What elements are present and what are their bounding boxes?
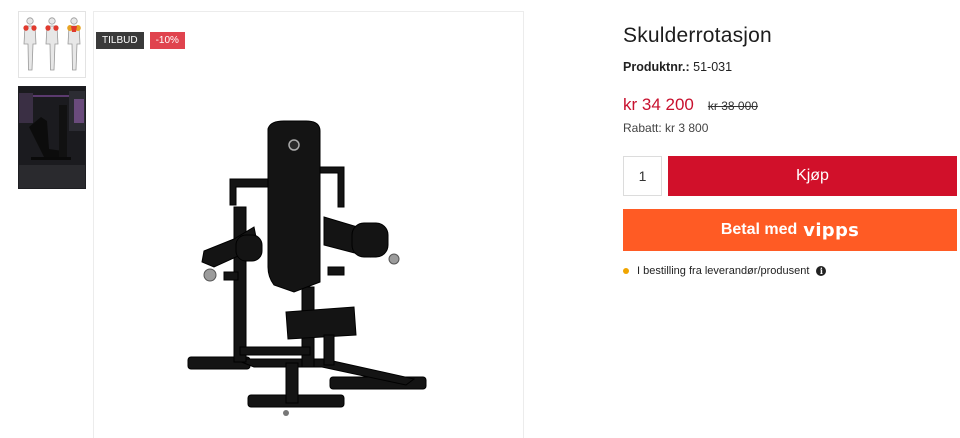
current-price: kr 34 200: [623, 95, 694, 114]
product-info-panel: Skulderrotasjon Produktnr.: 51-031 kr 34…: [623, 24, 957, 277]
vipps-button-label: Betal med: [720, 221, 798, 238]
gym-photo-image: [19, 87, 85, 188]
original-price: kr 38 000: [707, 99, 758, 113]
buy-row: 1 Kjøp: [623, 156, 957, 196]
product-number-value: 51-031: [693, 60, 733, 74]
info-icon[interactable]: i: [816, 266, 827, 276]
thumbnail-list: [18, 11, 86, 197]
vipps-logo: vipps: [803, 219, 860, 241]
badge-group: TILBUD -10%: [96, 32, 185, 49]
discount-label: Rabatt:: [623, 121, 662, 135]
status-dot-icon: [623, 268, 629, 274]
offer-badge: TILBUD: [96, 32, 144, 49]
main-product-image: TILBUD -10%: [93, 11, 524, 438]
vipps-pay-button[interactable]: Betal med vipps: [623, 209, 957, 251]
buy-button[interactable]: Kjøp: [668, 156, 957, 196]
quantity-input[interactable]: 1: [623, 156, 662, 196]
product-number-label: Produktnr.:: [623, 60, 690, 74]
thumbnail-muscle-diagram[interactable]: [18, 11, 86, 78]
shoulder-rotation-machine-image: [187, 120, 427, 416]
stock-status: I bestilling fra leverandør/produsent i: [623, 265, 957, 277]
thumbnail-gym-photo[interactable]: [18, 86, 86, 189]
muscle-diagram-image: [23, 17, 81, 71]
discount-amount: Rabatt: kr 3 800: [623, 121, 957, 135]
product-number: Produktnr.: 51-031: [623, 60, 957, 74]
product-title: Skulderrotasjon: [623, 24, 772, 47]
discount-badge: -10%: [149, 32, 185, 49]
price-row: kr 34 200 kr 38 000: [623, 95, 957, 115]
discount-value: kr 3 800: [665, 121, 709, 135]
stock-status-text: I bestilling fra leverandør/produsent: [637, 265, 810, 277]
